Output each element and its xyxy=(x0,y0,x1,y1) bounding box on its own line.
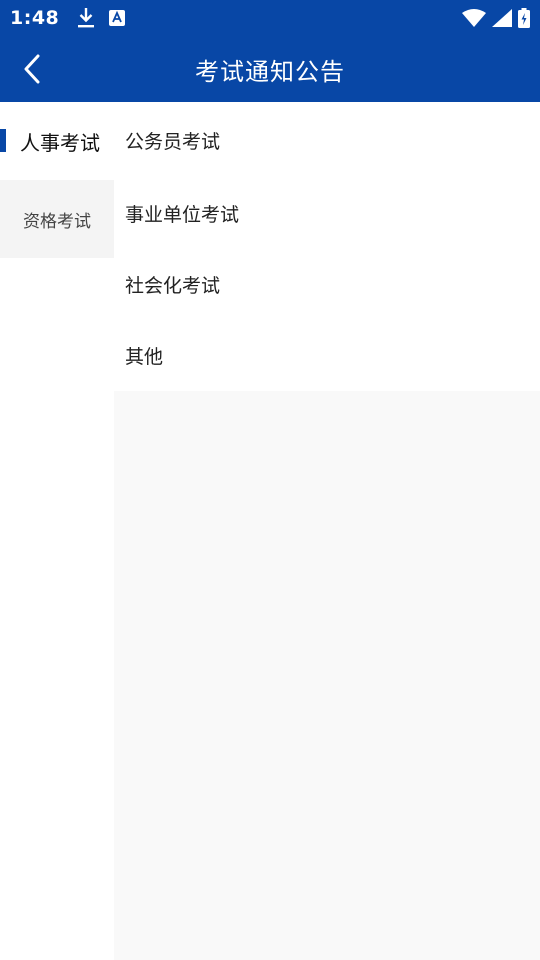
status-left-icons xyxy=(77,7,126,29)
back-button[interactable] xyxy=(12,49,52,89)
content-area: 公务员考试 事业单位考试 社会化考试 其他 xyxy=(114,102,540,960)
sidebar-item-qualification-exam[interactable]: 资格考试 xyxy=(0,180,114,258)
status-time: 1:48 xyxy=(10,7,60,29)
wifi-icon xyxy=(462,9,486,27)
category-sidebar: 人事考试 资格考试 xyxy=(0,102,114,960)
font-app-icon xyxy=(109,10,126,26)
active-indicator xyxy=(0,129,6,152)
sidebar-item-label: 资格考试 xyxy=(23,211,91,232)
sidebar-item-label: 人事考试 xyxy=(20,130,100,155)
download-icon xyxy=(77,7,95,29)
status-bar: 1:48 xyxy=(0,0,540,36)
status-right-icons xyxy=(462,8,530,28)
battery-charging-icon xyxy=(518,8,530,28)
sidebar-item-personnel-exam[interactable]: 人事考试 xyxy=(0,102,114,180)
exam-type-list: 公务员考试 事业单位考试 社会化考试 其他 xyxy=(114,102,540,391)
app-bar: 考试通知公告 xyxy=(0,36,540,102)
list-item-other[interactable]: 其他 xyxy=(114,320,540,391)
list-item-civil-servant[interactable]: 公务员考试 xyxy=(114,102,540,178)
list-item-public-institution[interactable]: 事业单位考试 xyxy=(114,178,540,249)
signal-icon xyxy=(492,9,512,27)
list-item-social[interactable]: 社会化考试 xyxy=(114,249,540,320)
page-title: 考试通知公告 xyxy=(195,57,345,86)
chevron-left-icon xyxy=(22,54,42,84)
